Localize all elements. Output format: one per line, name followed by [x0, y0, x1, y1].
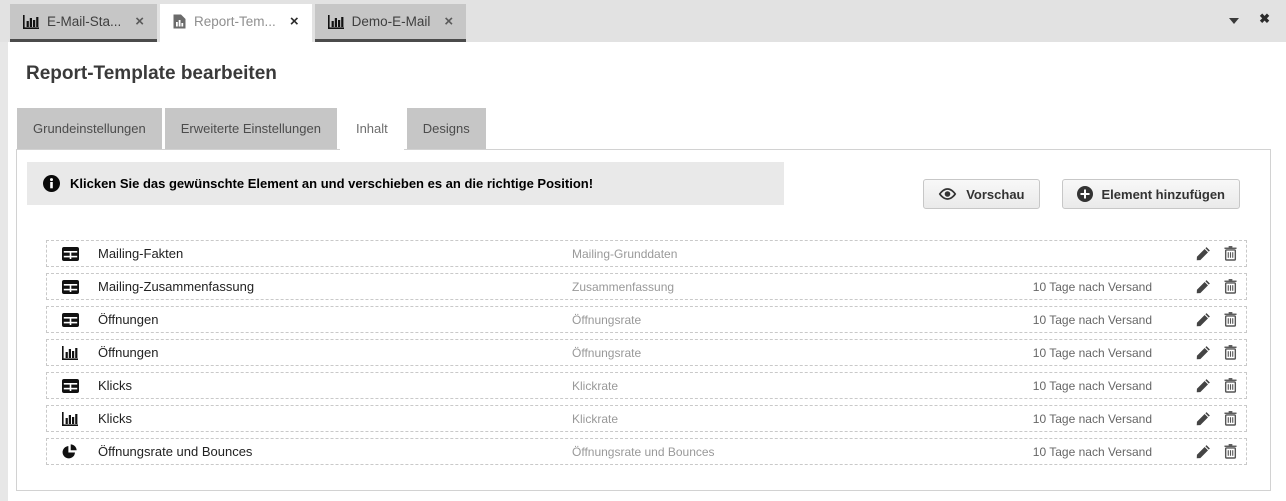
edit-button[interactable]	[1196, 312, 1211, 327]
table-icon	[62, 379, 79, 393]
element-schedule: 10 Tage nach Versand	[1033, 445, 1152, 459]
element-name: Öffnungen	[98, 345, 572, 360]
delete-button[interactable]	[1224, 312, 1237, 327]
delete-button[interactable]	[1224, 279, 1237, 294]
element-row[interactable]: Öffnungen Öffnungsrate 10 Tage nach Vers…	[46, 339, 1247, 366]
add-element-button[interactable]: Element hinzufügen	[1062, 179, 1241, 209]
edit-button[interactable]	[1196, 411, 1211, 426]
edit-button[interactable]	[1196, 345, 1211, 360]
element-row[interactable]: Öffnungsrate und Bounces Öffnungsrate un…	[46, 438, 1247, 465]
content-panel: Klicken Sie das gewünschte Element an un…	[16, 149, 1271, 491]
delete-button[interactable]	[1224, 411, 1237, 426]
table-icon	[62, 280, 79, 294]
tab-close-icon[interactable]: ×	[290, 14, 299, 29]
tab-designs[interactable]: Designs	[407, 108, 486, 149]
bar-chart-icon	[62, 412, 79, 426]
element-schedule: 10 Tage nach Versand	[1033, 346, 1152, 360]
element-row[interactable]: Mailing-Fakten Mailing-Grunddaten	[46, 240, 1247, 267]
info-banner: Klicken Sie das gewünschte Element an un…	[27, 162, 784, 205]
delete-button[interactable]	[1224, 444, 1237, 459]
info-icon	[43, 175, 60, 192]
tab-label: Report-Tem...	[194, 14, 276, 29]
tab-label: E-Mail-Sta...	[47, 14, 121, 29]
element-schedule: 10 Tage nach Versand	[1033, 280, 1152, 294]
tab-grundeinstellungen[interactable]: Grundeinstellungen	[17, 108, 162, 149]
element-name: Mailing-Zusammenfassung	[98, 279, 572, 294]
element-row[interactable]: Öffnungen Öffnungsrate 10 Tage nach Vers…	[46, 306, 1247, 333]
preview-button[interactable]: Vorschau	[923, 179, 1039, 209]
table-icon	[62, 313, 79, 327]
window-tab-email-statistics[interactable]: E-Mail-Sta... ×	[10, 4, 157, 42]
element-type: Zusammenfassung	[572, 280, 1033, 294]
element-name: Klicks	[98, 411, 572, 426]
eye-icon	[938, 188, 957, 200]
pie-chart-icon	[62, 444, 79, 459]
element-type: Öffnungsrate	[572, 313, 1033, 327]
window-tab-demo-email[interactable]: Demo-E-Mail ×	[315, 4, 467, 42]
element-schedule: 10 Tage nach Versand	[1033, 379, 1152, 393]
bar-chart-icon	[328, 15, 344, 29]
element-type: Öffnungsrate	[572, 346, 1033, 360]
left-edge-strip	[0, 42, 8, 501]
tab-label: Demo-E-Mail	[352, 14, 431, 29]
element-type: Klickrate	[572, 379, 1033, 393]
table-icon	[62, 247, 79, 261]
element-schedule: 10 Tage nach Versand	[1033, 313, 1152, 327]
element-name: Mailing-Fakten	[98, 246, 572, 261]
edit-button[interactable]	[1196, 279, 1211, 294]
tab-inhalt[interactable]: Inhalt	[340, 108, 404, 150]
element-type: Öffnungsrate und Bounces	[572, 445, 1033, 459]
report-file-icon	[173, 14, 186, 29]
element-name: Klicks	[98, 378, 572, 393]
close-icon[interactable]: ✖	[1259, 12, 1270, 25]
element-row[interactable]: Mailing-Zusammenfassung Zusammenfassung …	[46, 273, 1247, 300]
window-tab-bar: E-Mail-Sta... × Report-Tem... × Demo-E-M…	[0, 0, 1286, 42]
element-name: Öffnungsrate und Bounces	[98, 444, 572, 459]
edit-button[interactable]	[1196, 246, 1211, 261]
edit-button[interactable]	[1196, 444, 1211, 459]
caret-down-icon[interactable]	[1229, 18, 1239, 24]
delete-button[interactable]	[1224, 345, 1237, 360]
tab-close-icon[interactable]: ×	[444, 14, 453, 29]
tab-close-icon[interactable]: ×	[135, 14, 144, 29]
bar-chart-icon	[23, 15, 39, 29]
delete-button[interactable]	[1224, 378, 1237, 393]
info-text: Klicken Sie das gewünschte Element an un…	[70, 176, 593, 191]
edit-button[interactable]	[1196, 378, 1211, 393]
window-tab-report-template[interactable]: Report-Tem... ×	[160, 4, 312, 42]
tab-erweiterte-einstellungen[interactable]: Erweiterte Einstellungen	[165, 108, 337, 149]
element-list: Mailing-Fakten Mailing-Grunddaten Mailin…	[46, 240, 1247, 465]
element-row[interactable]: Klicks Klickrate 10 Tage nach Versand	[46, 372, 1247, 399]
page-title: Report-Template bearbeiten	[26, 63, 1286, 85]
element-row[interactable]: Klicks Klickrate 10 Tage nach Versand	[46, 405, 1247, 432]
element-name: Öffnungen	[98, 312, 572, 327]
settings-tabs: Grundeinstellungen Erweiterte Einstellun…	[17, 108, 1286, 149]
plus-circle-icon	[1077, 186, 1093, 202]
bar-chart-icon	[62, 346, 79, 360]
delete-button[interactable]	[1224, 246, 1237, 261]
element-type: Mailing-Grunddaten	[572, 247, 1152, 261]
element-type: Klickrate	[572, 412, 1033, 426]
element-schedule: 10 Tage nach Versand	[1033, 412, 1152, 426]
